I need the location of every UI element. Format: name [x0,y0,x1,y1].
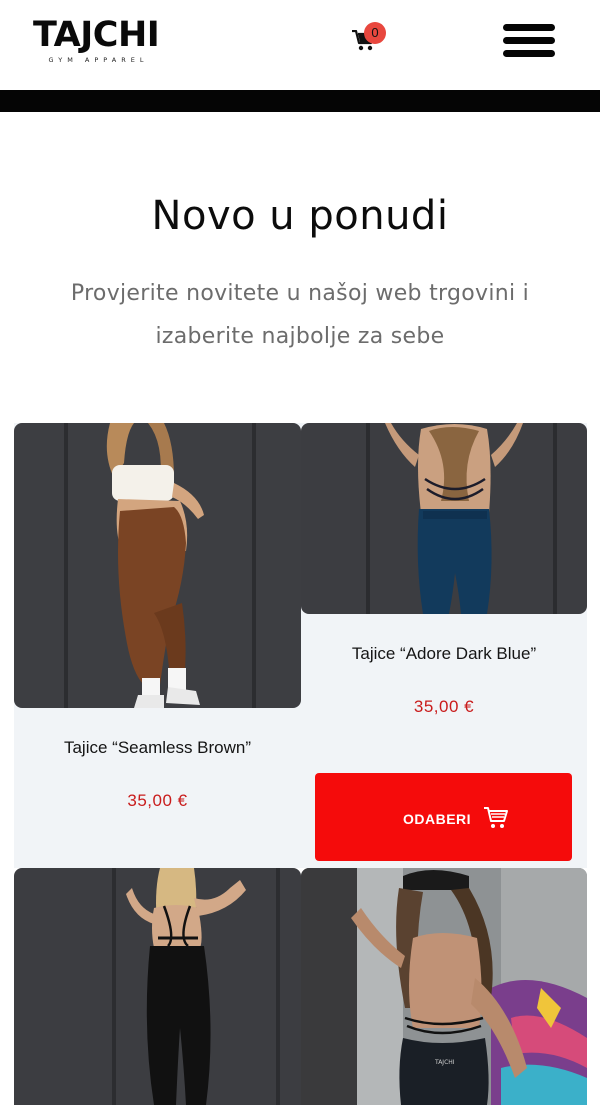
cart-icon [484,807,508,828]
logo-tagline: GYM APPAREL [48,56,149,64]
brand-logo[interactable]: TAJCHI GYM APPAREL [33,15,160,68]
choose-button-label: ODABERI [403,811,472,827]
product-card[interactable]: TAJCHI [301,868,587,1105]
product-price: 35,00 € [413,697,475,716]
product-image[interactable] [301,423,587,614]
section-subtitle: Provjerite novitete u našoj web trgovini… [70,281,530,349]
cart-button[interactable]: 0 [352,22,388,56]
logo-wordmark: TAJCHI [33,15,160,55]
product-card[interactable]: Tajice “Seamless Brown” 35,00 € [14,423,301,868]
product-card[interactable]: Tajice “Adore Dark Blue” 35,00 € ODABERI [301,423,587,868]
product-card[interactable] [14,868,301,1105]
site-header: TAJCHI GYM APPAREL 0 [0,0,600,90]
header-divider-bar [0,90,600,112]
product-image[interactable] [14,868,301,1105]
cart-count-badge: 0 [364,22,386,44]
product-image[interactable]: TAJCHI [301,868,587,1105]
product-name[interactable]: Tajice “Seamless Brown” [14,738,301,758]
product-price: 35,00 € [127,791,188,810]
choose-button[interactable]: ODABERI [315,773,572,861]
hamburger-menu-icon[interactable] [503,24,555,62]
product-image[interactable] [14,423,301,708]
section-title: Novo u ponudi [151,193,449,239]
svg-text:TAJCHI: TAJCHI [434,1059,455,1066]
product-name[interactable]: Tajice “Adore Dark Blue” [301,644,587,664]
